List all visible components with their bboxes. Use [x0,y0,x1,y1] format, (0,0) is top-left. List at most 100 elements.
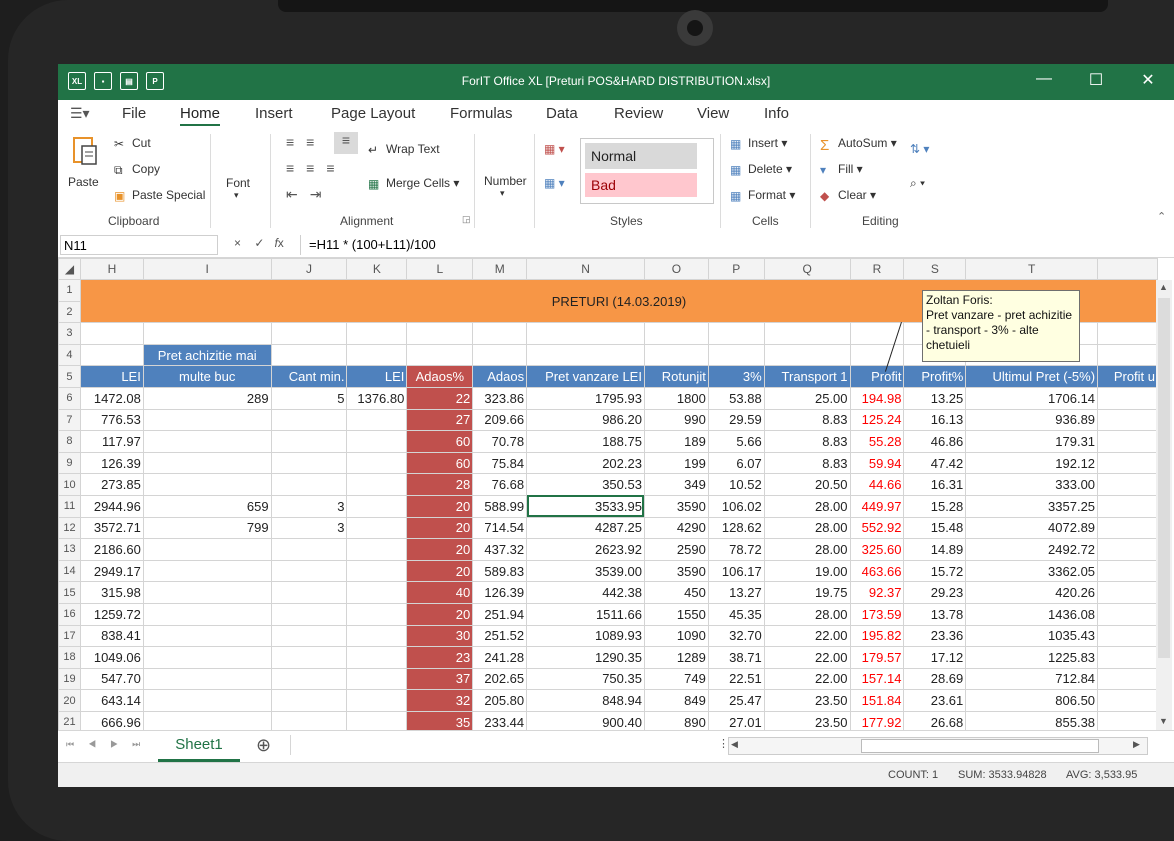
cell[interactable]: 28.00 [763,494,851,518]
cell[interactable]: 251.94 [472,602,528,626]
row-header[interactable]: 20 [58,689,81,712]
header-cell[interactable]: Cant min. [270,365,348,388]
menu-file[interactable]: File [122,105,146,122]
menu-page-layout[interactable]: Page Layout [331,105,415,122]
column-header[interactable]: T [965,258,1099,280]
cell[interactable]: 5.66 [707,430,765,453]
cell[interactable] [472,322,528,345]
cell[interactable] [1097,473,1158,496]
cell[interactable]: 179.31 [965,430,1099,453]
vertical-align-icons[interactable]: ≡≡ [286,134,326,150]
cell[interactable] [142,667,272,691]
cell[interactable]: 349 [643,473,709,496]
cell[interactable]: 986.20 [526,408,645,432]
cell[interactable]: 23.61 [903,689,967,712]
column-header[interactable]: O [643,258,709,280]
cell[interactable]: 192.12 [965,451,1099,475]
cell[interactable]: 1049.06 [79,646,144,669]
cell[interactable]: 106.17 [707,559,765,583]
cell[interactable]: 1550 [643,602,709,626]
row-header[interactable]: 5 [58,365,81,388]
cell[interactable]: 3 [270,516,348,540]
paste-button[interactable]: Paste [68,175,99,189]
cell[interactable]: 6.07 [707,451,765,475]
cell[interactable] [346,473,408,496]
select-all-corner[interactable]: ◢ [58,258,81,280]
cell[interactable]: 848.94 [526,689,645,712]
row-header[interactable]: 17 [58,624,81,648]
cell[interactable]: 117.97 [79,430,144,453]
cell[interactable] [346,602,408,626]
menu-info[interactable]: Info [764,105,789,122]
vertical-scroll-thumb[interactable] [1158,298,1170,658]
cell[interactable]: 32 [406,689,474,712]
add-sheet-icon[interactable]: ⊕ [256,735,271,756]
font-button[interactable]: Font [226,176,250,190]
cell[interactable] [1097,516,1158,540]
cell[interactable] [142,473,272,496]
menu-home[interactable]: Home [180,105,221,126]
cell[interactable] [1097,581,1158,604]
header-cell[interactable]: LEI [79,365,144,388]
format-as-table-icon[interactable]: ▦ ▾ [544,176,565,190]
column-header[interactable]: I [142,258,272,280]
cell[interactable] [1097,408,1158,432]
cell[interactable] [346,689,408,712]
cell[interactable]: 552.92 [849,516,905,540]
scroll-left-icon[interactable]: ◀ [731,739,738,750]
cell[interactable]: 20 [406,602,474,626]
cell[interactable]: 151.84 [849,689,905,712]
cell[interactable]: 233.44 [472,710,528,730]
cell[interactable]: 202.65 [472,667,528,691]
cell[interactable] [526,343,645,367]
name-box[interactable]: N11 [60,235,218,255]
cell[interactable] [270,559,348,583]
cell[interactable]: 28.69 [903,667,967,691]
cell[interactable]: 251.52 [472,624,528,648]
cell[interactable]: 273.85 [79,473,144,496]
cell[interactable] [142,408,272,432]
cell[interactable]: 70.78 [472,430,528,453]
cell[interactable] [1097,451,1158,475]
cell[interactable] [142,646,272,669]
cell[interactable]: 449.97 [849,494,905,518]
row-header[interactable]: 15 [58,581,81,604]
cell[interactable] [346,430,408,453]
cell[interactable]: 27 [406,408,474,432]
cell[interactable] [1097,710,1158,730]
cell[interactable] [142,602,272,626]
cell[interactable] [270,602,348,626]
delete-cells-button[interactable]: ▦ Delete ▾ [730,162,792,177]
scroll-down-icon[interactable]: ▼ [1159,716,1168,726]
cell[interactable]: 194.98 [849,386,905,410]
cell[interactable]: 209.66 [472,408,528,432]
header-cell[interactable]: 3% [707,365,765,388]
autosum-button[interactable]: Σ AutoSum ▾ [820,136,897,154]
copy-button[interactable]: ⧉ Copy [114,162,160,177]
cell[interactable] [346,322,408,345]
insert-function-icon[interactable]: fx [274,236,283,250]
column-header[interactable]: H [79,258,144,280]
style-bad[interactable]: Bad [585,173,697,197]
cell[interactable]: 1376.80 [346,386,408,410]
row-header[interactable]: 13 [58,538,81,561]
cell[interactable]: 59.94 [849,451,905,475]
cell[interactable] [1097,602,1158,626]
number-dropdown-icon[interactable]: ▾ [500,188,505,199]
header-cell[interactable]: Pret vanzare LEI [526,365,645,388]
row-header[interactable]: 10 [58,473,81,496]
header-cell-achizitie-line1[interactable]: Pret achizitie mai [142,343,272,367]
cell[interactable]: 315.98 [79,581,144,604]
cell[interactable]: 3 [270,494,348,518]
row-header[interactable]: 3 [58,322,81,345]
cell[interactable]: 3362.05 [965,559,1099,583]
cancel-formula-icon[interactable]: × [234,236,241,250]
cell[interactable]: 38.71 [707,646,765,669]
cell[interactable]: 27.01 [707,710,765,730]
insert-cells-button[interactable]: ▦ Insert ▾ [730,136,787,151]
cell[interactable]: 450 [643,581,709,604]
cell[interactable]: 78.72 [707,538,765,561]
header-cell[interactable]: LEI [346,365,408,388]
cell[interactable]: 2623.92 [526,538,645,561]
cell[interactable] [270,646,348,669]
